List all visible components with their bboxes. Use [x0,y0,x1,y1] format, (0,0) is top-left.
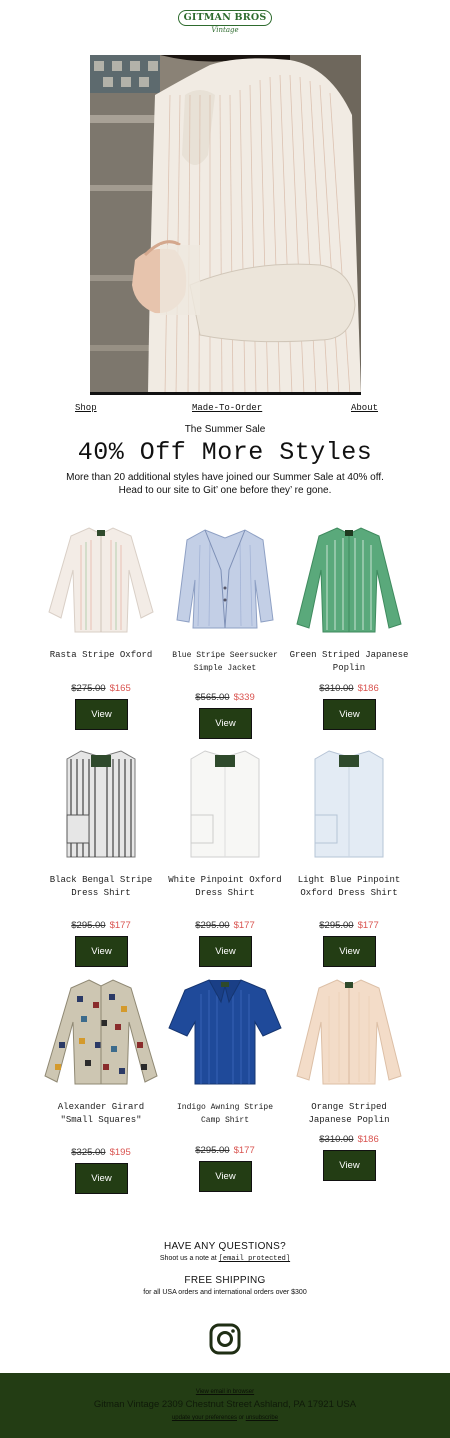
product-image[interactable] [41,972,161,1087]
sale-price: $177 [109,920,131,931]
product-image[interactable] [165,745,285,860]
view-button[interactable]: View [199,936,252,967]
product-name[interactable]: Rasta Stripe Oxford [41,649,161,662]
product-image[interactable] [289,745,409,860]
product-card: White Pinpoint Oxford Dress Shirt $295.0… [165,745,285,970]
view-button[interactable]: View [323,699,376,730]
brand-logo[interactable]: GITMAN BROS Vintage [0,10,450,40]
shipping-note: for all USA orders and international ord… [143,1289,307,1296]
product-name[interactable]: White Pinpoint Oxford Dress Shirt [165,874,285,900]
view-button[interactable]: View [75,1163,128,1194]
view-in-browser-link[interactable]: View email in browser [0,1389,450,1395]
product-card: Orange Striped Japanese Poplin $310.00 $1… [289,972,409,1187]
email-link[interactable]: [email protected] [219,1255,290,1263]
sale-price: $177 [357,920,379,931]
view-button[interactable]: View [75,699,128,730]
product-price: $310.00 $186 [289,1134,409,1145]
sale-eyebrow: The Summer Sale [184,424,266,435]
product-price: $295.00 $177 [41,920,161,931]
product-price: $565.00 $339 [165,692,285,703]
nav-made-to-order-link[interactable]: Made-To-Order [192,403,262,413]
original-price: $295.00 [195,920,230,931]
product-card: Blue Stripe Seersucker Simple Jacket $56… [165,520,285,745]
nav-about-link[interactable]: About [351,403,378,413]
hero-image[interactable] [90,55,361,395]
product-name[interactable]: Light Blue Pinpoint Oxford Dress Shirt [289,874,409,900]
logo-subtitle: Vintage [211,26,239,34]
sale-headline: 40% Off More Styles [77,438,373,467]
original-price: $310.00 [319,1134,354,1145]
nav-shop-link[interactable]: Shop [75,403,97,413]
view-button[interactable]: View [199,708,252,739]
view-button[interactable]: View [199,1161,252,1192]
footer-address: Gitman Vintage 2309 Chestnut Street Ashl… [93,1399,357,1410]
logo-wordmark: GITMAN BROS [177,10,273,26]
product-card: Indigo Awning Stripe Camp Shirt $295.00 $… [165,972,285,1197]
top-nav: Shop Made-To-Order About [0,403,450,417]
sale-price: $165 [109,683,131,694]
original-price: $275.00 [71,683,106,694]
footer-links: update your preferences or unsubscribe [0,1415,450,1421]
sale-price: $186 [357,1134,379,1145]
view-button[interactable]: View [75,936,128,967]
sale-price: $339 [233,692,255,703]
sale-price: $177 [233,920,255,931]
original-price: $295.00 [71,920,106,931]
product-card: Black Bengal Stripe Dress Shirt $295.00 $… [41,745,161,970]
original-price: $295.00 [195,1145,230,1156]
original-price: $310.00 [319,683,354,694]
unsubscribe-link[interactable]: unsubscribe [246,1415,278,1421]
product-name[interactable]: Alexander Girard "Small Squares" [41,1101,161,1127]
footer-or: or [238,1415,245,1421]
sale-price: $177 [233,1145,255,1156]
original-price: $565.00 [195,692,230,703]
product-card: Green Striped Japanese Poplin $310.00 $18… [289,520,409,735]
view-button[interactable]: View [323,936,376,967]
footer: View email in browser Gitman Vintage 230… [0,1373,450,1438]
product-image[interactable] [165,520,285,635]
product-price: $295.00 $177 [165,920,285,931]
product-name[interactable]: Orange Striped Japanese Poplin [289,1101,409,1127]
product-name[interactable]: Blue Stripe Seersucker Simple Jacket [165,649,285,675]
questions-note: Shoot us a note at [email protected] [0,1255,450,1263]
sale-price: $186 [357,683,379,694]
product-card: Light Blue Pinpoint Oxford Dress Shirt $… [289,745,409,970]
product-price: $325.00 $195 [41,1147,161,1158]
view-button[interactable]: View [323,1150,376,1181]
product-price: $295.00 $177 [165,1145,285,1156]
product-price: $275.00 $165 [41,683,161,694]
product-name[interactable]: Black Bengal Stripe Dress Shirt [41,874,161,900]
shipping-heading: FREE SHIPPING [184,1275,266,1286]
original-price: $295.00 [319,920,354,931]
product-price: $295.00 $177 [289,920,409,931]
product-card: Alexander Girard "Small Squares" $325.00… [41,972,161,1197]
product-image[interactable] [289,520,409,635]
questions-note-text: Shoot us a note at [159,1255,217,1262]
update-preferences-link[interactable]: update your preferences [172,1415,237,1421]
product-card: Rasta Stripe Oxford $275.00 $165 View [41,520,161,735]
product-image[interactable] [41,520,161,635]
product-image[interactable] [41,745,161,860]
product-name[interactable]: Green Striped Japanese Poplin [289,649,409,675]
product-image[interactable] [289,972,409,1087]
original-price: $325.00 [71,1147,106,1158]
sale-description: More than 20 additional styles have join… [66,472,384,496]
questions-heading: HAVE ANY QUESTIONS? [163,1241,287,1252]
product-price: $310.00 $186 [289,683,409,694]
product-image[interactable] [165,972,285,1087]
product-name[interactable]: Indigo Awning Stripe Camp Shirt [165,1101,285,1127]
instagram-icon[interactable] [209,1323,241,1355]
sale-price: $195 [109,1147,131,1158]
